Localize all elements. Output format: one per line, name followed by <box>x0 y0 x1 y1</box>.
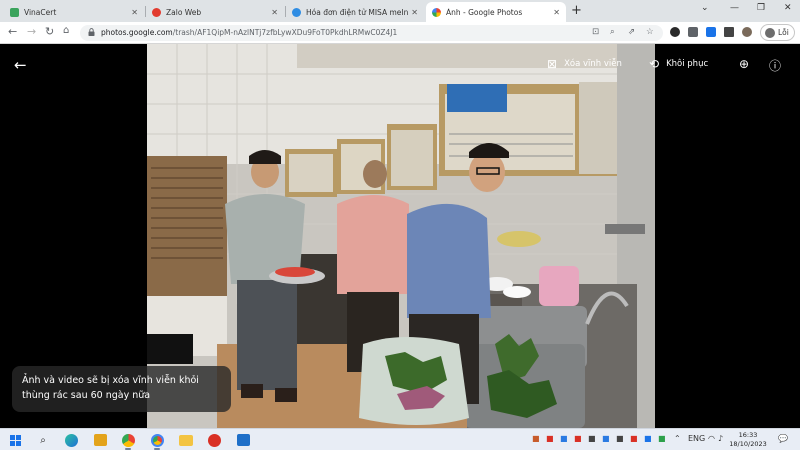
restore-button[interactable]: ⟲ Khôi phục <box>649 57 708 71</box>
photos-app-icon[interactable] <box>235 432 251 448</box>
tray-app-10-icon[interactable]: ■ <box>658 434 666 443</box>
lock-icon <box>88 28 95 36</box>
outlook-icon[interactable] <box>92 432 108 448</box>
chrome-canary-icon[interactable] <box>120 432 136 450</box>
tray-app-8-icon[interactable]: ■ <box>630 434 638 443</box>
tab-google-photos[interactable]: Ảnh - Google Photos ✕ <box>426 2 566 22</box>
tab-title: Ảnh - Google Photos <box>446 7 523 17</box>
forward-icon[interactable]: → <box>27 25 36 38</box>
zoom-in-icon[interactable]: ⊕ <box>739 57 749 71</box>
tab-zalo[interactable]: Zalo Web ✕ <box>146 2 284 22</box>
tab-title: VinaCert <box>24 7 57 17</box>
notifications-icon[interactable]: 💬 <box>778 434 788 443</box>
photo-viewer: ← ⊠ Xóa vĩnh viễn ⟲ Khôi phục ⊕ ⓘ Ảnh và… <box>0 44 800 428</box>
misa-favicon-icon <box>292 7 301 17</box>
restore-icon: ⟲ <box>649 57 660 71</box>
language-icon[interactable]: ENG <box>688 434 705 443</box>
browser-toolbar: ← → ↻ ⌂ photos.google.com/trash/AF1QipM-… <box>0 22 800 44</box>
address-bar[interactable]: photos.google.com/trash/AF1QipM-nAzlNTj7… <box>80 25 663 41</box>
minimize-icon[interactable]: — <box>730 3 739 13</box>
file-explorer-icon[interactable] <box>178 432 194 448</box>
close-window-icon[interactable]: ✕ <box>784 3 792 13</box>
clock-date: 18/10/2023 <box>729 440 767 448</box>
restore-label: Khôi phục <box>666 59 709 69</box>
extensions-puzzle-icon[interactable] <box>688 27 698 37</box>
delete-forever-button[interactable]: ⊠ Xóa vĩnh viễn <box>547 57 622 71</box>
volume-icon[interactable]: ♪ <box>718 434 723 443</box>
google-lens-icon[interactable]: ⊡ <box>592 27 599 37</box>
avatar <box>765 27 775 38</box>
tray-app-3-icon[interactable]: ■ <box>560 434 568 443</box>
close-tab-icon[interactable]: ✕ <box>411 8 418 17</box>
new-tab-plus-icon[interactable]: + <box>571 3 582 18</box>
tray-app-5-icon[interactable]: ■ <box>588 434 596 443</box>
bookmark-star-icon[interactable]: ☆ <box>646 27 654 37</box>
tray-overflow-chevron-icon[interactable]: ⌃ <box>674 434 681 443</box>
tab-title: Zalo Web <box>166 7 202 17</box>
system-clock[interactable]: 16:33 18/10/2023 <box>728 431 768 449</box>
tray-app-2-icon[interactable]: ■ <box>546 434 554 443</box>
tab-search-chevron-icon[interactable]: ⌄ <box>701 3 709 13</box>
close-tab-icon[interactable]: ✕ <box>553 8 560 17</box>
url-text: photos.google.com/trash/AF1QipM-nAzlNTj7… <box>101 28 398 37</box>
reload-icon[interactable]: ↻ <box>45 25 54 38</box>
zoom-icon[interactable]: ⌕ <box>610 27 615 37</box>
back-arrow-icon[interactable]: ← <box>14 56 27 74</box>
restore-window-icon[interactable]: ❐ <box>757 3 765 13</box>
profile-error-button[interactable]: Lỗi <box>760 24 795 41</box>
download-icon[interactable] <box>706 27 716 37</box>
windows-start-icon[interactable] <box>7 432 23 448</box>
back-icon[interactable]: ← <box>8 25 17 38</box>
clock-time: 16:33 <box>738 431 758 439</box>
delete-forever-icon: ⊠ <box>547 57 558 71</box>
search-icon[interactable]: ⌕ <box>35 432 51 448</box>
tray-app-7-icon[interactable]: ■ <box>616 434 624 443</box>
tray-app-1-icon[interactable]: ■ <box>532 434 540 443</box>
close-tab-icon[interactable]: ✕ <box>271 8 278 17</box>
zalo-taskbar-icon[interactable] <box>206 432 222 448</box>
chrome-icon[interactable] <box>149 432 165 450</box>
tab-vinacert[interactable]: VinaCert ✕ <box>4 2 144 22</box>
tab-title: Hóa đơn điện tử MISA meInvoic <box>306 7 409 17</box>
wifi-icon[interactable]: ◠ <box>708 434 715 443</box>
profile-error-label: Lỗi <box>778 28 789 37</box>
trash-notice: Ảnh và video sẽ bị xóa vĩnh viễn khỏi th… <box>12 366 231 412</box>
zalo-favicon-icon <box>152 7 161 17</box>
side-panel-icon[interactable] <box>724 27 734 37</box>
vinacert-favicon-icon <box>10 7 19 17</box>
windows-taskbar: ⌕ ■ ■ ■ ■ ■ ■ ■ ■ ■ ■ ⌃ ENG ◠ ♪ 16:33 18… <box>0 428 800 450</box>
edge-icon[interactable] <box>63 432 79 448</box>
trash-notice-text: Ảnh và video sẽ bị xóa vĩnh viễn khỏi th… <box>22 375 199 401</box>
close-tab-icon[interactable]: ✕ <box>131 8 138 17</box>
share-icon[interactable]: ⇗ <box>628 27 635 37</box>
info-icon[interactable]: ⓘ <box>769 57 781 74</box>
google-photos-favicon-icon <box>432 7 441 17</box>
tray-app-6-icon[interactable]: ■ <box>602 434 610 443</box>
tray-app-4-icon[interactable]: ■ <box>574 434 582 443</box>
tray-app-9-icon[interactable]: ■ <box>644 434 652 443</box>
tab-misa-meinvoice[interactable]: Hóa đơn điện tử MISA meInvoic ✕ <box>286 2 424 22</box>
delete-forever-label: Xóa vĩnh viễn <box>564 59 622 69</box>
home-icon[interactable]: ⌂ <box>63 25 69 36</box>
extension-1-icon[interactable] <box>670 27 680 37</box>
profile-people-icon[interactable] <box>742 27 752 37</box>
tab-strip: VinaCert ✕ Zalo Web ✕ Hóa đơn điện tử MI… <box>0 0 800 22</box>
